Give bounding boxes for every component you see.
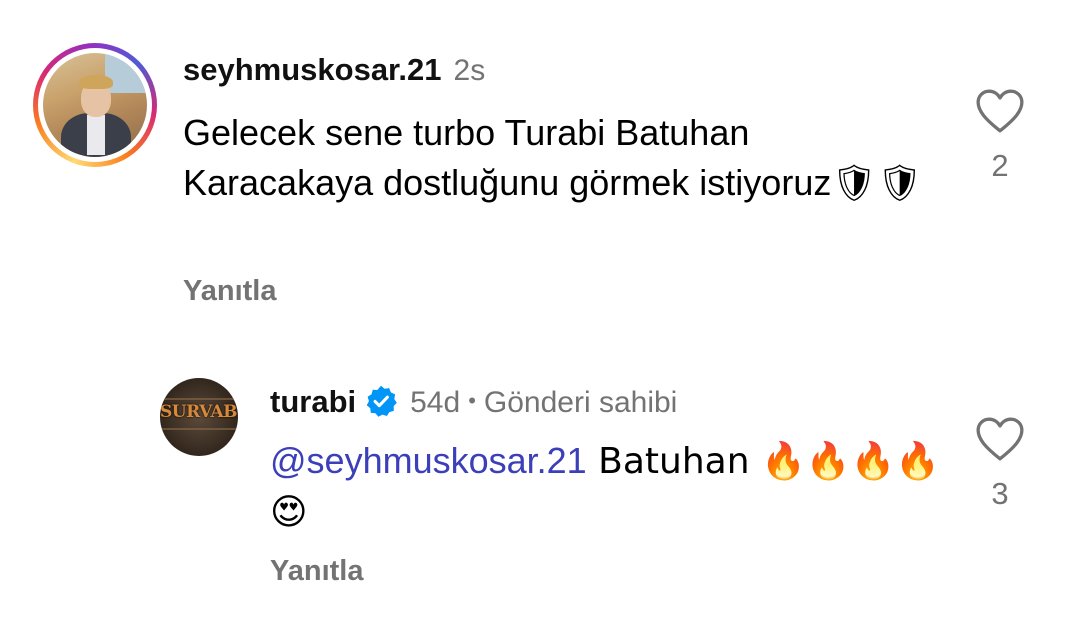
- like-count: 3: [991, 476, 1009, 511]
- username[interactable]: turabi: [270, 384, 356, 420]
- shield-emoji: 🛡🛡: [831, 163, 923, 204]
- like-count: 2: [991, 148, 1009, 183]
- heart-icon[interactable]: [972, 88, 1028, 134]
- comment-header: seyhmuskosar.21 2s: [183, 52, 485, 88]
- comment-text: Gelecek sene turbo Turabi Batuhan Karaca…: [183, 108, 943, 209]
- mention-link[interactable]: @seyhmuskosar.21: [270, 440, 587, 481]
- avatar-logo-text: SURVABI: [160, 402, 238, 422]
- post-owner-label: Gönderi sahibi: [483, 386, 678, 419]
- username[interactable]: seyhmuskosar.21: [183, 52, 442, 88]
- avatar[interactable]: SURVABI: [160, 378, 238, 456]
- heart-icon[interactable]: [972, 416, 1028, 462]
- avatar: [43, 53, 147, 157]
- comment-header: turabi 54d • Gönderi sahibi: [270, 378, 677, 420]
- timestamp: 54d: [410, 386, 461, 419]
- reply-button[interactable]: Yanıtla: [270, 555, 364, 588]
- timestamp: 2s: [453, 54, 486, 87]
- avatar-story-ring[interactable]: [33, 43, 157, 167]
- like-control: 3: [972, 416, 1028, 512]
- like-control: 2: [972, 88, 1028, 184]
- comment-item: SURVABI turabi 54d • Gönderi sahibi @sey…: [0, 340, 1079, 618]
- comment-body: Gelecek sene turbo Turabi Batuhan Karaca…: [183, 112, 832, 203]
- separator-dot: •: [468, 388, 476, 413]
- comment-text: @seyhmuskosar.21 Batuhan 🔥🔥🔥🔥😍: [270, 436, 950, 538]
- verified-badge-icon: [364, 384, 398, 418]
- reply-button[interactable]: Yanıtla: [183, 275, 277, 308]
- comment-item: seyhmuskosar.21 2s Gelecek sene turbo Tu…: [0, 0, 1079, 340]
